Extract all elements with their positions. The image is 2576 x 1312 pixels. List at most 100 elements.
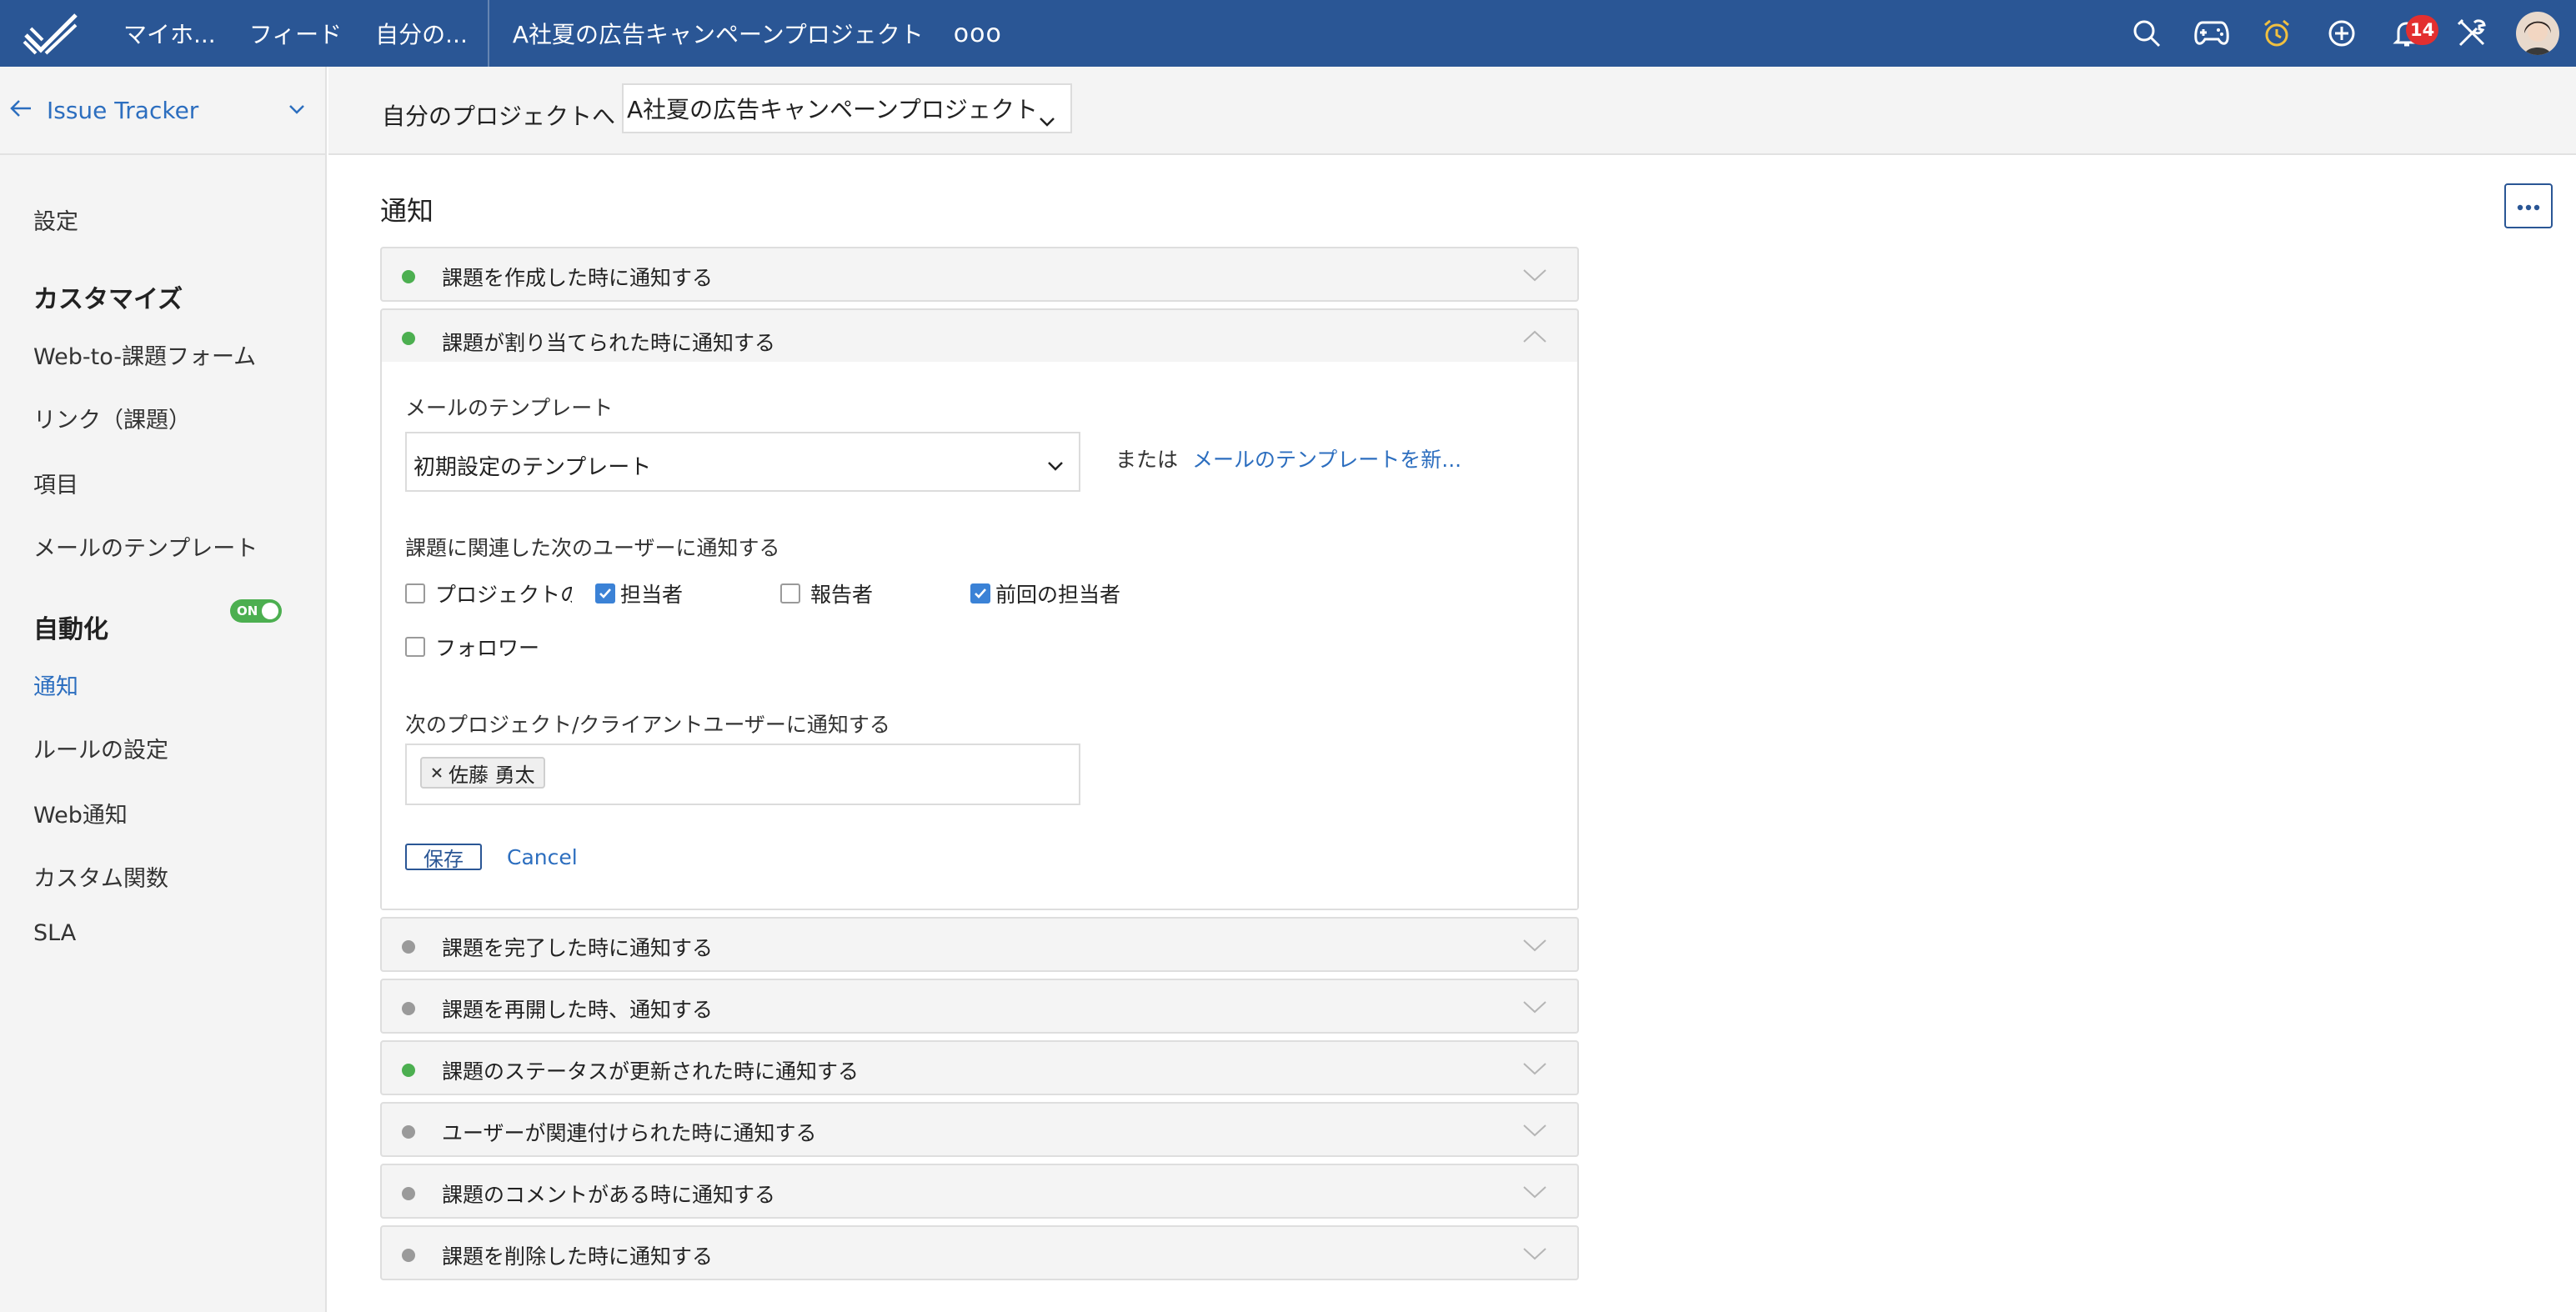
search-icon[interactable] [2114,0,2179,67]
project-switcher-bar: 自分のプロジェクトへ A社夏の広告キャンペーンプロジェクト [328,67,2576,155]
nav-current-project[interactable]: A社夏の広告キャンペーンプロジェクト [489,0,940,67]
status-dot [402,1002,415,1015]
project-select[interactable]: A社夏の広告キャンペーンプロジェクト [622,83,1072,133]
chevron-down-icon [1522,268,1547,285]
chevron-down-icon [1047,458,1064,474]
sidebar-item-sla[interactable]: SLA [33,920,76,946]
app-logo-icon[interactable] [0,0,103,67]
notify-related-users-label: 課題に関連した次のユーザーに通知する [405,536,780,560]
chevron-down-icon [1522,939,1547,955]
accordion-label: ユーザーが関連付けられた時に通知する [442,1121,817,1145]
sidebar-item-web-to-issue-form[interactable]: Web-to-課題フォーム [33,338,256,371]
cancel-link[interactable]: Cancel [507,845,578,869]
accordion-label: 課題のステータスが更新された時に通知する [442,1059,860,1084]
sidebar-item-rules[interactable]: ルールの設定 [33,732,168,764]
sidebar-item-custom-functions[interactable]: カスタム関数 [33,860,168,893]
sidebar-header: Issue Tracker [0,67,325,155]
page-title: 通知 [380,195,434,227]
sidebar-heading-customize: カスタマイズ [33,285,183,314]
nav-my-projects[interactable]: 自分の... [358,0,484,67]
email-template-value: 初期設定のテンプレート [413,455,652,480]
checkbox-previous-assignee[interactable]: 前回の担当者 [970,578,1120,608]
checkbox-label: フォロワー [435,636,540,660]
add-circle-icon[interactable] [2309,0,2374,67]
checkbox-label: 担当者 [620,583,684,607]
gamepad-icon[interactable] [2179,0,2244,67]
checkbox-label: 前回の担当者 [995,583,1121,607]
sidebar-heading-automation: 自動化 [33,615,108,644]
new-email-template-link[interactable]: メールのテンプレートを新... [1192,443,1461,473]
user-chip: 佐藤 勇太 [420,757,545,789]
chevron-up-icon [1522,330,1547,347]
more-horizontal-icon [2517,198,2540,214]
save-button[interactable]: 保存 [405,844,482,871]
tools-icon[interactable] [2439,0,2504,67]
checkbox-box[interactable] [970,583,990,603]
accordion-issue-reopened[interactable]: 課題を再開した時、通知する [380,979,1579,1034]
back-arrow-icon[interactable] [10,99,32,121]
notification-count-badge: 14 [2406,15,2439,45]
sidebar-item-email-templates[interactable]: メールのテンプレート [33,530,258,563]
toggle-label: ON [237,603,258,618]
notification-bell-icon[interactable]: 14 [2374,0,2439,67]
accordion-issue-assigned-expanded: 課題が割り当てられた時に通知する メールのテンプレート 初期設定のテンプレート … [380,308,1579,910]
checkbox-box[interactable] [405,583,425,603]
chevron-down-icon [1522,1185,1547,1202]
status-dot [402,1125,415,1139]
chevron-down-icon [1522,1124,1547,1140]
status-dot [402,270,415,283]
project-select-value: A社夏の広告キャンペーンプロジェクト [627,96,1038,123]
notifications-toggle[interactable]: ON [230,599,282,623]
checkbox-reporter[interactable]: 報告者 [780,578,873,608]
sidebar-item-web-notifications[interactable]: Web通知 [33,797,128,829]
email-template-label: メールのテンプレート [405,396,614,420]
more-options-button[interactable] [2504,183,2553,228]
chevron-down-icon[interactable] [288,102,305,118]
checkbox-box[interactable] [405,637,425,657]
sidebar-item-notifications[interactable]: 通知 [33,669,78,701]
checkbox-label: 報告者 [810,583,874,607]
status-dot [402,1064,415,1077]
nav-feed[interactable]: フィード [233,0,358,67]
accordion-user-associated[interactable]: ユーザーが関連付けられた時に通知する [380,1102,1579,1157]
sidebar-item-fields[interactable]: 項目 [33,467,78,499]
accordion-label: 課題を削除した時に通知する [442,1244,714,1269]
checkbox-box[interactable] [595,583,615,603]
chevron-down-icon [1039,105,1055,133]
accordion-body: メールのテンプレート 初期設定のテンプレート または メールのテンプレートを新.… [382,362,1577,909]
nav-my-home[interactable]: マイホ... [103,0,233,67]
chevron-down-icon [1522,1000,1547,1017]
checkbox-label: プロジェクトの [435,583,572,607]
top-navigation-bar: マイホ... フィード 自分の... A社夏の広告キャンペーンプロジェクト oo… [0,0,2576,67]
accordion-status-updated[interactable]: 課題のステータスが更新された時に通知する [380,1040,1579,1095]
sidebar-item-settings[interactable]: 設定 [33,203,78,236]
nav-more-button[interactable]: ooo [940,0,1015,67]
status-dot [402,1187,415,1200]
project-switcher-label: 自分のプロジェクトへ [382,103,616,130]
notify-client-users-label: 次のプロジェクト/クライアントユーザーに通知する [405,713,890,737]
status-dot [402,332,415,345]
checkbox-box[interactable] [780,583,800,603]
accordion-label: 課題が割り当てられた時に通知する [442,331,776,355]
accordion-issue-created[interactable]: 課題を作成した時に通知する [380,247,1579,302]
user-avatar[interactable] [2516,12,2559,55]
toggle-knob [262,603,278,619]
accordion-header[interactable]: 課題が割り当てられた時に通知する [382,310,1577,362]
alarm-clock-icon[interactable] [2244,0,2309,67]
accordion-label: 課題のコメントがある時に通知する [442,1183,776,1207]
remove-chip-icon[interactable] [430,766,444,779]
accordion-issue-completed[interactable]: 課題を完了した時に通知する [380,917,1579,972]
client-users-input[interactable]: 佐藤 勇太 [405,744,1080,805]
accordion-issue-deleted[interactable]: 課題を削除した時に通知する [380,1225,1579,1280]
accordion-comment-added[interactable]: 課題のコメントがある時に通知する [380,1164,1579,1219]
checkbox-project-owner[interactable]: プロジェクトの [405,578,572,608]
accordion-label: 課題を再開した時、通知する [442,998,714,1022]
accordion-label: 課題を完了した時に通知する [442,936,714,960]
sidebar-item-issue-links[interactable]: リンク（課題） [33,402,191,434]
email-template-select[interactable]: 初期設定のテンプレート [405,432,1080,492]
checkbox-assignee[interactable]: 担当者 [595,578,683,608]
checkbox-followers[interactable]: フォロワー [405,632,539,662]
status-dot [402,1249,415,1262]
topbar-actions: 14 [2114,0,2576,67]
sidebar-title[interactable]: Issue Tracker [47,97,198,124]
